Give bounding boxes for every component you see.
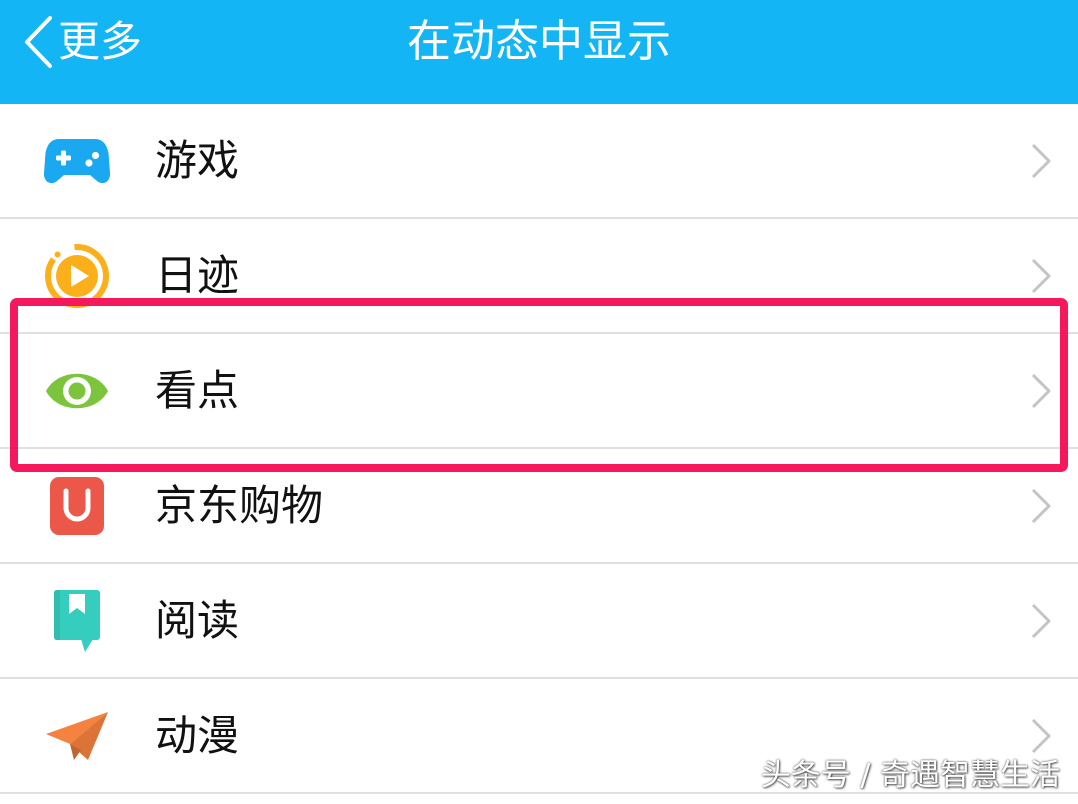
title-bar: 更多 在动态中显示 — [0, 0, 1078, 104]
chevron-right-icon — [1030, 143, 1052, 179]
chevron-right-icon — [1030, 718, 1052, 754]
chevron-right-icon — [1030, 488, 1052, 524]
book-bookmark-icon — [44, 564, 110, 677]
list-item-label: 京东购物 — [155, 481, 324, 530]
list-item-kandian[interactable]: 看点 — [0, 334, 1078, 449]
shopping-bag-u-icon — [44, 449, 110, 562]
chevron-right-icon — [1030, 258, 1052, 294]
paper-plane-icon — [44, 679, 110, 792]
list-item-jd-shopping[interactable]: 京东购物 — [0, 449, 1078, 564]
list-item-label: 看点 — [155, 366, 240, 415]
chevron-right-icon — [1030, 373, 1052, 409]
chevron-right-icon — [1030, 603, 1052, 639]
list-item-reading[interactable]: 阅读 — [0, 564, 1078, 679]
list-item-games[interactable]: 游戏 — [0, 104, 1078, 219]
list-item-rijì[interactable]: 日迹 — [0, 219, 1078, 334]
eye-icon — [44, 334, 110, 447]
list-item-label: 动漫 — [155, 711, 240, 760]
list-item-label: 游戏 — [155, 136, 240, 185]
watermark: 头条号 / 奇遇智慧生活 — [760, 758, 1060, 793]
list-item-label: 阅读 — [155, 596, 240, 645]
list-item-label: 日迹 — [155, 251, 240, 300]
game-controller-icon — [44, 104, 110, 217]
page-title: 在动态中显示 — [407, 16, 671, 67]
play-circle-icon — [44, 219, 110, 332]
